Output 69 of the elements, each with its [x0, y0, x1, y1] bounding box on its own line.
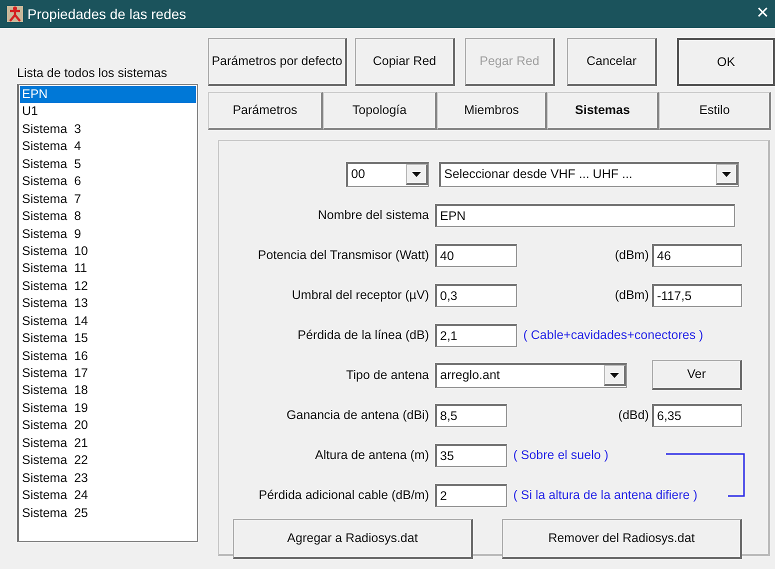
list-item[interactable]: Sistema 21: [20, 434, 196, 452]
input-field[interactable]: 2: [435, 484, 507, 506]
toolbar-button[interactable]: OK: [677, 38, 775, 86]
tab[interactable]: Miembros: [437, 92, 547, 130]
tab[interactable]: Parámetros: [208, 92, 323, 130]
field-label: Pérdida de la línea (dB): [298, 328, 429, 342]
system-list[interactable]: [17, 84, 198, 542]
field-label: Pérdida adicional cable (dB/m): [258, 488, 429, 502]
unit-label: (dBm): [614, 286, 649, 304]
app-icon: [6, 5, 24, 23]
field-label: Tipo de antena: [346, 368, 429, 382]
list-item[interactable]: Sistema 22: [20, 452, 196, 470]
list-item[interactable]: Sistema 11: [20, 260, 196, 278]
list-item[interactable]: Sistema 23: [20, 470, 196, 488]
list-item[interactable]: Sistema 12: [20, 278, 196, 296]
code-select[interactable]: 00: [346, 162, 429, 186]
field-label: Altura de antena (m): [315, 448, 429, 462]
tab[interactable]: Topología: [323, 92, 437, 130]
note-text: ( Cable+cavidades+conectores ): [523, 326, 704, 344]
list-item[interactable]: Sistema 19: [20, 400, 196, 418]
list-item[interactable]: Sistema 10: [20, 242, 196, 260]
note-text: ( Si la altura de la antena difiere ): [513, 486, 698, 504]
antenna-select[interactable]: arreglo.ant: [435, 362, 627, 388]
list-title: Lista de todos los sistemas: [17, 65, 168, 82]
field-label: Nombre del sistema: [318, 208, 429, 222]
list-item[interactable]: Sistema 18: [20, 382, 196, 400]
list-item[interactable]: Sistema 17: [20, 365, 196, 382]
input-field[interactable]: 6,35: [652, 404, 742, 426]
tab[interactable]: Sistemas: [547, 92, 659, 130]
list-item[interactable]: Sistema 24: [20, 487, 196, 504]
list-item[interactable]: Sistema 4: [20, 138, 196, 156]
list-item[interactable]: Sistema 9: [20, 226, 196, 243]
field-label: Umbral del receptor (µV): [292, 288, 429, 302]
list-item[interactable]: Sistema 6: [20, 173, 196, 191]
input-field[interactable]: 40: [435, 244, 517, 266]
list-item[interactable]: Sistema 5: [20, 156, 196, 174]
input-field[interactable]: 46: [652, 244, 742, 266]
list-item[interactable]: Sistema 13: [20, 295, 196, 313]
action-button[interactable]: Agregar a Radiosys.dat: [233, 519, 473, 559]
toolbar-button[interactable]: Cancelar: [567, 38, 657, 86]
input-field[interactable]: EPN: [435, 204, 735, 226]
input-field[interactable]: 0,3: [435, 284, 517, 306]
list-item[interactable]: EPN: [20, 86, 196, 104]
list-item[interactable]: Sistema 20: [20, 417, 196, 435]
input-field[interactable]: -117,5: [652, 284, 742, 306]
view-button[interactable]: Ver: [652, 360, 742, 390]
note-text: ( Sobre el suelo ): [513, 446, 608, 464]
list-item[interactable]: Sistema 14: [20, 312, 196, 330]
list-item[interactable]: U1: [20, 103, 196, 121]
unit-label: (dBm): [614, 246, 649, 264]
window-title: Propiedades de las redes: [27, 4, 186, 24]
toolbar-button[interactable]: Copiar Red: [355, 38, 455, 86]
tab[interactable]: Estilo: [659, 92, 771, 130]
input-field[interactable]: 8,5: [435, 404, 507, 426]
unit-label: (dBd): [618, 406, 649, 424]
list-item[interactable]: Sistema 8: [20, 208, 196, 226]
list-item[interactable]: Sistema 25: [20, 504, 196, 522]
band-select[interactable]: Seleccionar desde VHF ... UHF ...: [439, 162, 739, 186]
input-field[interactable]: 35: [435, 444, 507, 466]
list-item[interactable]: Sistema 15: [20, 330, 196, 348]
close-button[interactable]: ✕: [756, 2, 769, 26]
input-field[interactable]: 2,1: [435, 324, 517, 346]
field-label: Potencia del Transmisor (Watt): [258, 248, 429, 262]
list-item[interactable]: Sistema 7: [20, 190, 196, 208]
list-item[interactable]: Sistema 3: [20, 120, 196, 138]
action-button[interactable]: Remover del Radiosys.dat: [502, 519, 742, 559]
field-label: Ganancia de antena (dBi): [286, 408, 429, 422]
toolbar-button[interactable]: Parámetros por defecto: [208, 38, 347, 86]
list-item[interactable]: Sistema 16: [20, 348, 196, 365]
